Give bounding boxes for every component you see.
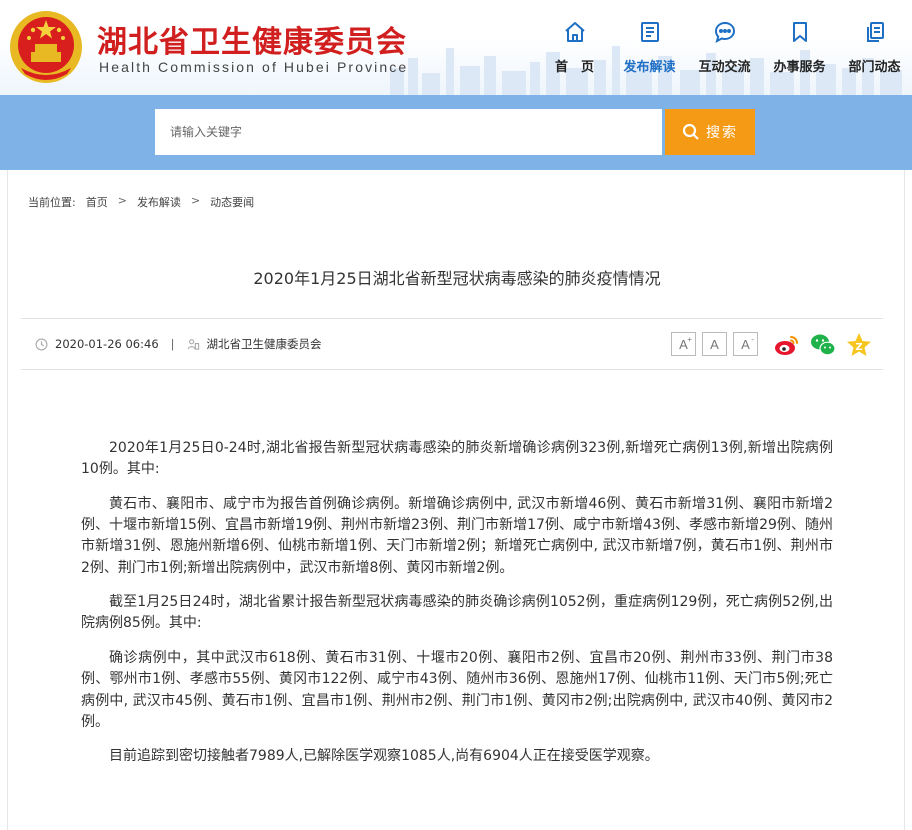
nav-item-services[interactable]: 办事服务 (762, 0, 837, 95)
breadcrumb-separator: > (117, 194, 127, 207)
national-emblem-icon (10, 11, 82, 83)
main-nav: 首 页 发布解读 互动交流 办事服务 部门动态 (537, 0, 912, 95)
chat-icon (714, 21, 735, 43)
breadcrumb-prefix: 当前位置: (28, 196, 76, 209)
nav-item-department-news[interactable]: 部门动态 (837, 0, 912, 95)
article-paragraph: 2020年1月25日0-24时,湖北省报告新型冠状病毒感染的肺炎新增确诊病例32… (81, 440, 833, 478)
breadcrumb: 当前位置: 首页 > 发布解读 > 动态要闻 (28, 194, 264, 210)
breadcrumb-item-release[interactable]: 发布解读 (137, 194, 181, 210)
nav-label: 部门动态 (848, 60, 901, 75)
font-size-decrease-button[interactable]: A- (733, 332, 758, 356)
article-source: 湖北省卫生健康委员会 (206, 337, 322, 351)
nav-label: 办事服务 (773, 60, 826, 75)
document-icon (640, 22, 659, 42)
organization-icon (187, 338, 199, 350)
font-btn-mark: - (751, 335, 754, 344)
nav-item-home[interactable]: 首 页 (537, 0, 612, 95)
search-button[interactable]: 搜索 (665, 109, 755, 155)
article-container: 当前位置: 首页 > 发布解读 > 动态要闻 2020年1月25日湖北省新型冠状… (7, 170, 905, 830)
font-btn-label: A (741, 336, 750, 352)
nav-label: 互动交流 (698, 60, 751, 75)
nav-label: 发布解读 (623, 60, 676, 75)
article-meta: 2020-01-26 06:46 | 湖北省卫生健康委员会 (35, 336, 322, 352)
article-paragraph: 确诊病例中，其中武汉市618例、黄石市31例、十堰市20例、襄阳市2例、宜昌市2… (81, 650, 833, 730)
nav-item-release-interpretation[interactable]: 发布解读 (612, 0, 687, 95)
font-btn-label: A (710, 336, 719, 352)
font-size-increase-button[interactable]: A + (671, 332, 696, 356)
article-title: 2020年1月25日湖北省新型冠状病毒感染的肺炎疫情情况 (253, 269, 661, 288)
weibo-icon[interactable] (773, 331, 801, 359)
copy-icon (866, 22, 884, 42)
breadcrumb-item-home[interactable]: 首页 (86, 194, 108, 210)
font-size-default-button[interactable]: A (702, 332, 727, 356)
nav-label: 首 页 (554, 60, 594, 75)
clock-icon (35, 338, 48, 350)
breadcrumb-item-news[interactable]: 动态要闻 (210, 194, 254, 210)
search-input[interactable] (155, 109, 662, 155)
font-size-controls: A + A A- (671, 332, 758, 356)
article-paragraph: 黄石市、襄阳市、咸宁市为报告首例确诊病例。新增确诊病例中, 武汉市新增46例、黄… (81, 495, 833, 576)
search-band: 搜索 (0, 95, 912, 170)
share-buttons: Z (773, 331, 873, 359)
article-body: 2020年1月25日0-24时,湖北省报告新型冠状病毒感染的肺炎新增确诊病例32… (81, 438, 833, 781)
font-btn-mark: + (687, 335, 692, 344)
site-title: 湖北省卫生健康委员会 (97, 25, 407, 60)
meta-divider: | (170, 337, 175, 351)
wechat-icon[interactable] (809, 331, 837, 359)
publish-date: 2020-01-26 06:46 (55, 337, 159, 351)
article-paragraph: 目前追踪到密切接触者7989人,已解除医学观察1085人,尚有6904人正在接受… (109, 748, 659, 765)
site-subtitle: Health Commission of Hubei Province (99, 59, 409, 75)
home-icon (564, 22, 585, 42)
article-paragraph: 截至1月25日24时，湖北省累计报告新型冠状病毒感染的肺炎确诊病例1052例，重… (81, 594, 833, 632)
favorite-star-icon[interactable]: Z (845, 331, 873, 359)
svg-text:Z: Z (855, 342, 862, 353)
breadcrumb-separator: > (190, 194, 201, 207)
site-header: 湖北省卫生健康委员会 Health Commission of Hubei Pr… (0, 0, 912, 95)
search-icon (682, 123, 699, 140)
nav-item-interaction[interactable]: 互动交流 (687, 0, 762, 95)
bookmark-icon (792, 22, 807, 42)
search-button-label: 搜索 (706, 125, 738, 141)
article-meta-bar: 2020-01-26 06:46 | 湖北省卫生健康委员会 A + A A- Z (21, 318, 883, 370)
